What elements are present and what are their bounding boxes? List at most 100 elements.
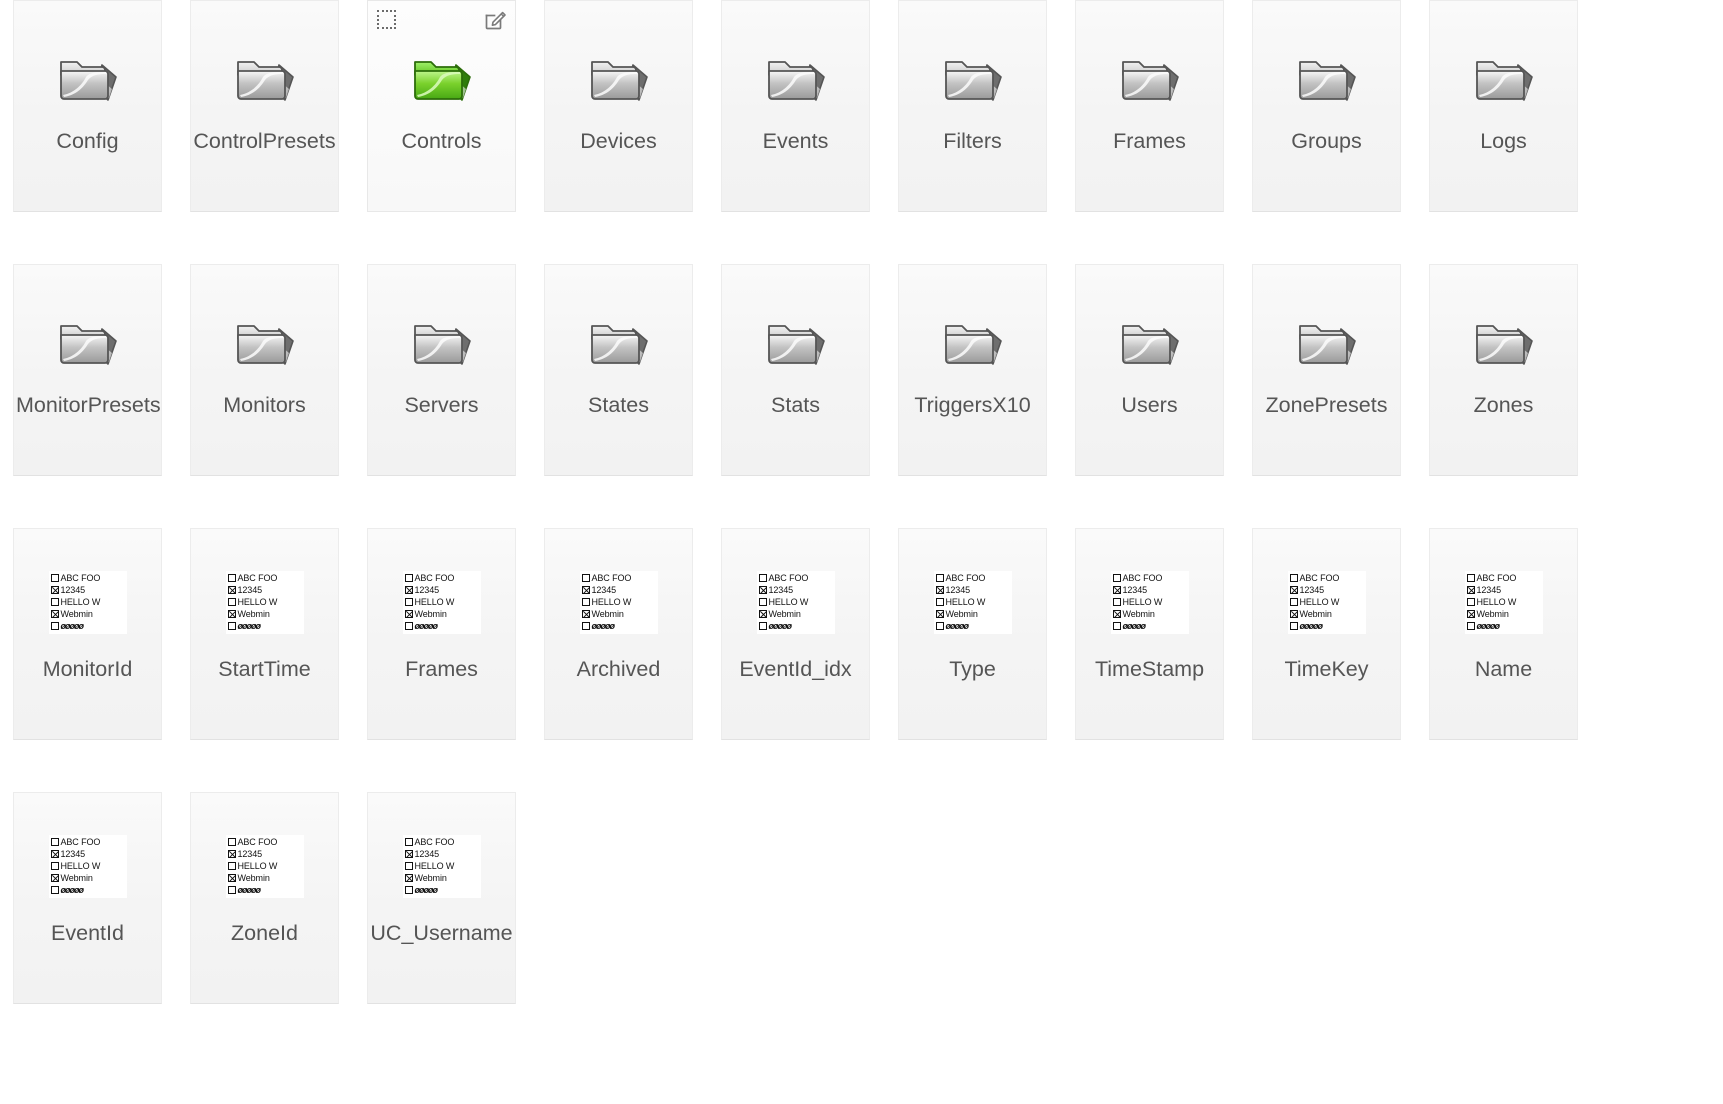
- table-icon-row: Webmin: [50, 609, 126, 620]
- grid-item-table[interactable]: ABC FOO 12345 HELLO W Webmin øøøøø TimeKey: [1252, 528, 1401, 740]
- checked-checkbox-icon: [227, 850, 236, 858]
- table-icon-row: 12345: [404, 585, 480, 596]
- checked-checkbox-icon: [50, 850, 59, 858]
- grid-item-label: ZonePresets: [1265, 393, 1388, 417]
- unchecked-checkbox-icon: [227, 574, 236, 582]
- grid-item-table[interactable]: ABC FOO 12345 HELLO W Webmin øøøøø Frames: [367, 528, 516, 740]
- unchecked-checkbox-icon: [404, 838, 413, 846]
- table-icon-row-label: HELLO W: [237, 860, 278, 871]
- table-icon-row: ABC FOO: [227, 573, 303, 584]
- table-icon-row-label: Webmin: [237, 608, 270, 619]
- table-icon-row: 12345: [50, 585, 126, 596]
- grid-item-folder[interactable]: MonitorPresets: [13, 264, 162, 476]
- grid-item-table[interactable]: ABC FOO 12345 HELLO W Webmin øøøøø TimeStamp: [1075, 528, 1224, 740]
- grid-item-folder[interactable]: TriggersX10: [898, 264, 1047, 476]
- grid-item-table[interactable]: ABC FOO 12345 HELLO W Webmin øøøøø EventId_id…: [721, 528, 870, 740]
- checked-checkbox-icon: [581, 586, 590, 594]
- grid-item-folder[interactable]: Monitors: [190, 264, 339, 476]
- table-icon-row-label: ABC FOO: [414, 836, 455, 847]
- grid-item-folder[interactable]: Users: [1075, 264, 1224, 476]
- checked-checkbox-icon: [758, 586, 767, 594]
- table-icon-row: øøøøø: [404, 620, 480, 632]
- unchecked-checkbox-icon: [50, 886, 59, 894]
- checked-checkbox-icon: [50, 586, 59, 594]
- table-icon-row: 12345: [581, 585, 657, 596]
- table-icon-row: HELLO W: [581, 596, 657, 608]
- checked-checkbox-icon: [758, 610, 767, 618]
- table-icon-row: 12345: [1466, 585, 1542, 596]
- grid-item-icon: ABC FOO 12345 HELLO W Webmin øøøøø: [1464, 563, 1543, 641]
- unchecked-checkbox-icon: [1466, 574, 1475, 582]
- table-icon-row: HELLO W: [935, 597, 1011, 608]
- grid-item-folder[interactable]: Events: [721, 0, 870, 212]
- table-icon-row-label: Webmin: [945, 608, 978, 619]
- table-icon-row-label: HELLO W: [591, 596, 632, 607]
- checked-checkbox-icon: [1112, 586, 1121, 594]
- grid-item-folder[interactable]: Frames: [1075, 0, 1224, 212]
- grid-item-table[interactable]: ABC FOO 12345 HELLO W Webmin øøøøø Name: [1429, 528, 1578, 740]
- table-icon-row-label: øøøøø: [768, 620, 792, 631]
- grid-item-table[interactable]: ABC FOO 12345 HELLO W Webmin øøøøø MonitorId: [13, 528, 162, 740]
- grid-item-folder[interactable]: ZonePresets: [1252, 264, 1401, 476]
- edit-pencil-icon[interactable]: [483, 8, 507, 32]
- grid-item-icon: ABC FOO 12345 HELLO W Webmin øøøøø: [402, 563, 481, 641]
- grid-item-label: MonitorId: [42, 657, 133, 681]
- table-icon-row-label: HELLO W: [768, 596, 809, 607]
- grid-item-folder[interactable]: Logs: [1429, 0, 1578, 212]
- grid-item-table[interactable]: ABC FOO 12345 HELLO W Webmin øøøøø Archived: [544, 528, 693, 740]
- table-icon-row: HELLO W: [50, 861, 126, 872]
- table-icon-row: ABC FOO: [1112, 573, 1188, 584]
- grid-item-folder[interactable]: Config: [13, 0, 162, 212]
- grid-item-label: TriggersX10: [914, 393, 1031, 417]
- grid-item-icon: ABC FOO 12345 HELLO W Webmin øøøøø: [225, 563, 304, 641]
- checked-checkbox-icon: [935, 586, 944, 594]
- grid-item-folder[interactable]: Servers: [367, 264, 516, 476]
- table-icon-row-label: 12345: [237, 848, 263, 859]
- selection-checkbox-icon[interactable]: [377, 10, 396, 29]
- database-table-icon: ABC FOO 12345 HELLO W Webmin øøøøø: [933, 570, 1012, 634]
- table-icon-row: HELLO W: [50, 597, 126, 608]
- grid-item-folder[interactable]: Filters: [898, 0, 1047, 212]
- icon-grid-row: MonitorPresets Monitors Servers States S…: [0, 264, 1723, 528]
- unchecked-checkbox-icon: [1112, 622, 1121, 630]
- unchecked-checkbox-icon: [935, 598, 944, 606]
- checked-checkbox-icon: [1466, 586, 1475, 594]
- grid-item-table[interactable]: ABC FOO 12345 HELLO W Webmin øøøøø ZoneId: [190, 792, 339, 1004]
- grid-item-label: Filters: [943, 129, 1002, 153]
- table-icon-row-label: Webmin: [1299, 608, 1332, 619]
- table-icon-row-label: øøøøø: [591, 620, 615, 631]
- grid-item-folder[interactable]: Devices: [544, 0, 693, 212]
- table-icon-row-label: øøøøø: [945, 620, 969, 631]
- table-icon-row: øøøøø: [1466, 621, 1542, 632]
- grid-item-label: Name: [1474, 657, 1533, 681]
- table-icon-row: Webmin: [227, 608, 303, 620]
- grid-item-folder[interactable]: Groups: [1252, 0, 1401, 212]
- grid-item-folder[interactable]: Zones: [1429, 264, 1578, 476]
- grid-item-table[interactable]: ABC FOO 12345 HELLO W Webmin øøøøø Type: [898, 528, 1047, 740]
- grid-item-label: Events: [762, 129, 829, 153]
- grid-item-icon: [764, 49, 828, 113]
- grid-item-table[interactable]: ABC FOO 12345 HELLO W Webmin øøøøø EventId: [13, 792, 162, 1004]
- grid-item-table[interactable]: ABC FOO 12345 HELLO W Webmin øøøøø UC_Usernam…: [367, 792, 516, 1004]
- unchecked-checkbox-icon: [581, 598, 590, 606]
- folder-icon: [236, 61, 294, 101]
- grid-item-table[interactable]: ABC FOO 12345 HELLO W Webmin øøøøø StartTime: [190, 528, 339, 740]
- folder-icon: [236, 325, 294, 365]
- grid-item-label: Frames: [405, 657, 478, 681]
- grid-item-folder[interactable]: ControlPresets: [190, 0, 339, 212]
- table-icon-row: ABC FOO: [50, 573, 126, 584]
- checked-checkbox-icon: [227, 586, 236, 594]
- grid-item-folder[interactable]: Controls: [367, 0, 516, 212]
- unchecked-checkbox-icon: [581, 574, 590, 582]
- table-icon-row-label: øøøøø: [414, 620, 438, 631]
- table-icon-row: øøøøø: [50, 885, 126, 896]
- grid-item-label: MonitorPresets: [16, 393, 161, 417]
- grid-item-folder[interactable]: States: [544, 264, 693, 476]
- database-table-icon: ABC FOO 12345 HELLO W Webmin øøøøø: [225, 570, 304, 634]
- grid-item-folder[interactable]: Stats: [721, 264, 870, 476]
- table-icon-row-label: øøøøø: [237, 620, 261, 631]
- grid-item-icon: [410, 49, 474, 113]
- database-table-icon: ABC FOO 12345 HELLO W Webmin øøøøø: [402, 834, 481, 898]
- unchecked-checkbox-icon: [50, 862, 59, 870]
- table-icon-row: Webmin: [1112, 609, 1188, 620]
